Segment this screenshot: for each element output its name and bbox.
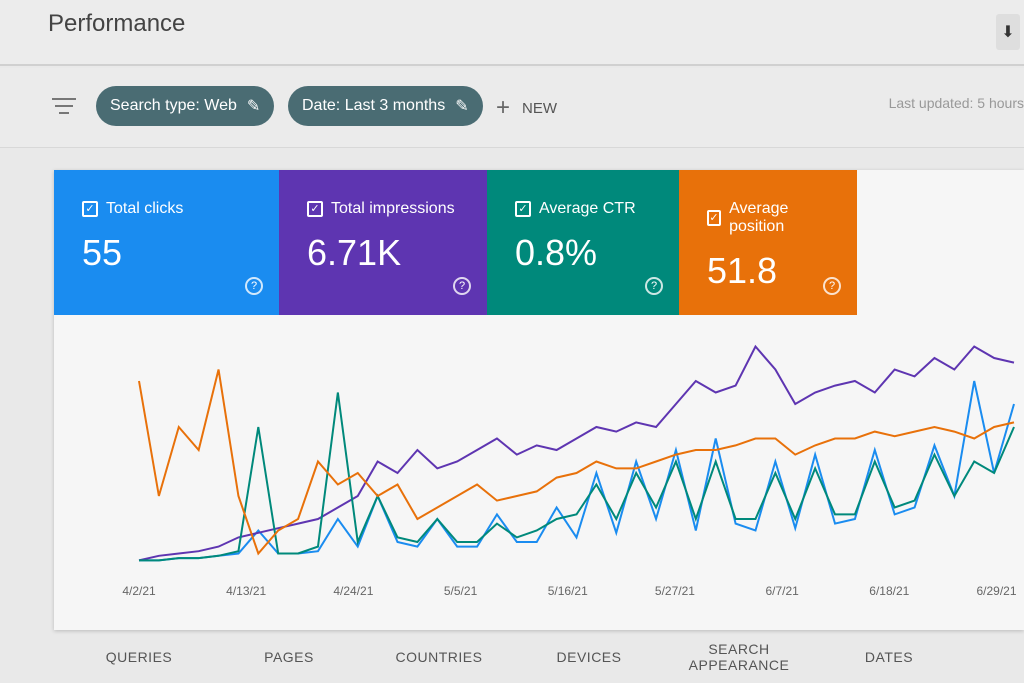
card-label: ✓ Total clicks [82,200,251,218]
metric-card-total-clicks[interactable]: ✓ Total clicks 55? [54,170,279,315]
filter-bar: Search type: Web ✎ Date: Last 3 months ✎ +… [0,68,1024,148]
new-filter-button[interactable]: + NEW [496,94,557,122]
card-title: Total clicks [106,200,184,217]
performance-chart: 4/2/21 4/13/21 4/24/21 5/5/21 5/16/21 5/27/21… [122,344,1017,598]
checkbox-icon[interactable]: ✓ [307,201,323,217]
x-tick-label: 4/24/21 [333,584,373,598]
card-title: Average position [729,200,789,235]
series-line-total-impressions [138,344,1015,562]
tab-dates[interactable]: DATES [814,649,964,665]
chip-label: Date: Last 3 months [302,97,446,114]
card-label: ✓ Average CTR [515,200,651,218]
search-type-chip[interactable]: Search type: Web ✎ [96,86,275,126]
tab-search-appearance[interactable]: SEARCH APPEARANCE [664,641,814,673]
card-label: ✓ Total impressions [307,200,459,218]
checkbox-icon[interactable]: ✓ [707,210,722,226]
date-chip[interactable]: Date: Last 3 months ✎ [288,86,483,126]
metric-card-average-position[interactable]: ✓ Average position 51.8? [679,170,857,315]
new-label: NEW [522,99,558,117]
series-line-average-position [138,369,1015,556]
tab-queries[interactable]: QUERIES [64,649,214,665]
card-title: Average CTR [539,200,636,217]
card-label: ✓ Average position [707,200,829,236]
x-tick-label: 6/7/21 [765,584,799,598]
card-value: 0.8% [515,232,598,273]
card-value: 6.71K [307,232,402,273]
last-updated: Last updated: 5 hours [888,95,1024,111]
x-tick-label: 4/13/21 [226,584,266,598]
edit-icon: ✎ [246,98,261,115]
card-title: Total impressions [331,200,455,217]
filter-icon[interactable] [52,98,76,119]
tab-countries[interactable]: COUNTRIES [364,649,514,665]
download-button[interactable]: ⬇ [996,14,1020,50]
x-tick-label: 6/29/21 [976,584,1016,598]
metric-card-average-ctr[interactable]: ✓ Average CTR 0.8%? [487,170,679,315]
tab-pages[interactable]: PAGES [214,649,364,665]
help-icon[interactable]: ? [453,277,471,295]
page-title: Performance [48,10,186,37]
x-tick-label: 4/2/21 [122,584,156,598]
download-icon: ⬇ [1001,24,1015,41]
card-value: 55 [82,232,123,273]
dimension-tabs: QUERIES PAGES COUNTRIES DEVICES SEARCH APPEA… [64,630,1024,683]
help-icon[interactable]: ? [645,277,663,295]
series-line-total-clicks [139,380,1015,562]
metric-card-total-impressions[interactable]: ✓ Total impressions 6.71K? [279,170,487,315]
plus-icon: + [496,94,511,121]
x-tick-label: 6/18/21 [869,584,909,598]
checkbox-icon[interactable]: ✓ [515,201,531,217]
checkbox-icon[interactable]: ✓ [82,201,98,217]
chip-label: Search type: Web [110,97,237,114]
edit-icon: ✎ [455,98,469,115]
x-tick-label: 5/16/21 [548,584,588,598]
x-tick-label: 5/5/21 [444,584,478,598]
performance-panel: ✓ Total clicks 55? ✓ Total impressions 6.71K?… [54,170,1024,630]
card-value: 51.8 [707,250,778,291]
header: Performance ⬇ [0,0,1024,66]
help-icon[interactable]: ? [823,277,841,295]
help-icon[interactable]: ? [245,277,263,295]
x-tick-label: 5/27/21 [655,584,695,598]
tab-devices[interactable]: DEVICES [514,649,664,665]
